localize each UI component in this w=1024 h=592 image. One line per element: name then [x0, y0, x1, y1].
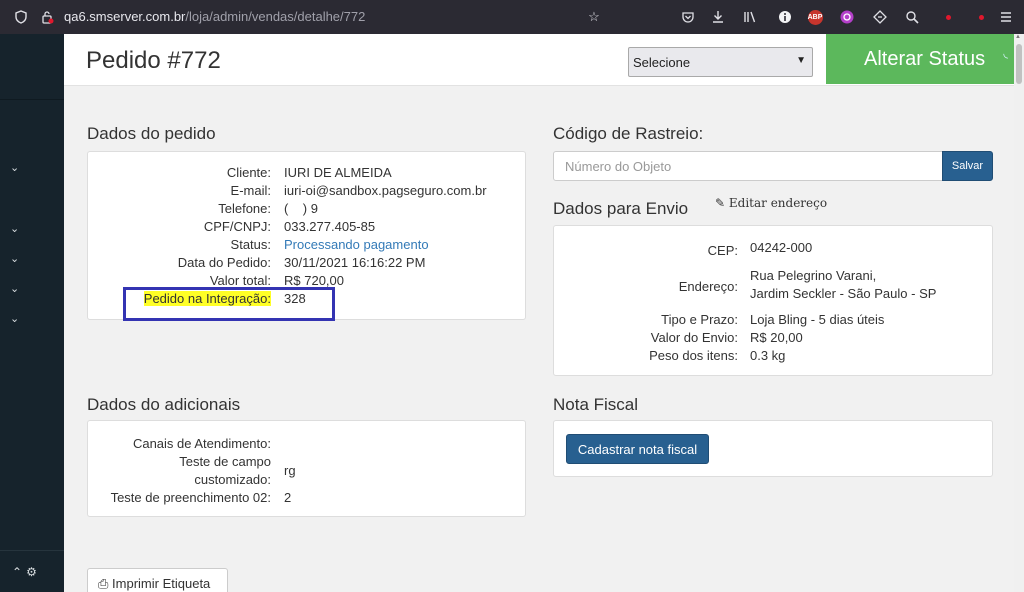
dados-pedido-title: Dados do pedido	[87, 124, 216, 143]
valor-envio-value: R$ 20,00	[750, 330, 803, 345]
preenchimento-value: 2	[284, 490, 292, 505]
bookmark-star-icon[interactable]: ☆	[585, 8, 603, 26]
tipo-prazo-value: Loja Bling - 5 dias úteis	[750, 312, 885, 327]
library-icon[interactable]	[741, 8, 759, 26]
status-link[interactable]: Processando pagamento	[284, 237, 429, 253]
data-pedido-label: Data do Pedido:	[177, 255, 271, 270]
tracking-number-input[interactable]: Número do Objeto	[553, 151, 943, 181]
gear-icon[interactable]: ⚙	[26, 565, 37, 579]
edit-icon: ✎	[715, 196, 726, 210]
cep-label: CEP:	[707, 243, 738, 258]
canais-label: Canais de Atendimento:	[132, 436, 271, 451]
browser-toolbar: qa6.smserver.com.br/loja/admin/vendas/de…	[0, 0, 1024, 34]
chevron-down-icon[interactable]: ⌄	[10, 312, 19, 325]
data-pedido-value: 30/11/2021 16:16:22 PM	[284, 255, 426, 270]
endereco-line1: Rua Pelegrino Varani,	[750, 268, 877, 283]
imprimir-etiqueta-label: Imprimir Etiqueta	[112, 576, 211, 591]
info-extension-icon[interactable]	[776, 8, 794, 26]
red-dot-icon-2[interactable]	[972, 8, 990, 26]
campo-label-line2: customizado:	[194, 472, 271, 487]
menu-icon[interactable]	[997, 8, 1015, 26]
preenchimento-label: Teste de preenchimento 02:	[110, 490, 271, 505]
chevron-down-icon[interactable]: ⌄	[10, 282, 19, 295]
chevron-down-icon[interactable]: ⌄	[10, 161, 19, 174]
edit-address-label: Editar endereço	[728, 196, 828, 210]
sidebar-logo-area	[0, 34, 64, 100]
sidebar-settings[interactable]: ⌃ ⚙	[0, 550, 64, 592]
pocket-icon[interactable]	[679, 8, 697, 26]
printer-icon: ⎙	[98, 576, 109, 591]
cliente-value: IURI DE ALMEIDA	[284, 165, 392, 180]
download-icon[interactable]	[709, 8, 727, 26]
salvar-button[interactable]: Salvar	[942, 151, 993, 181]
email-value: iuri-oi@sandbox.pagseguro.com.br	[284, 183, 487, 198]
page-title: Pedido #772	[86, 47, 221, 74]
url-bar[interactable]: qa6.smserver.com.br/loja/admin/vendas/de…	[64, 9, 365, 24]
cliente-label: Cliente:	[226, 165, 271, 180]
chevron-down-icon[interactable]: ⌄	[10, 252, 19, 265]
envio-title: Dados para Envio	[553, 199, 689, 218]
scroll-up-icon[interactable]: ▲	[1015, 34, 1021, 40]
url-path: /loja/admin/vendas/detalhe/772	[185, 9, 366, 24]
imprimir-etiqueta-button[interactable]: ⎙ Imprimir Etiqueta	[87, 568, 228, 592]
chevron-down-icon: ▼	[796, 55, 806, 66]
tipo-prazo-label: Tipo e Prazo:	[661, 312, 738, 327]
cpf-label: CPF/CNPJ:	[203, 219, 271, 234]
telefone-value: ( ) 9	[284, 201, 318, 216]
peso-value: 0.3 kg	[750, 348, 786, 363]
campo-label-line1: Teste de campo	[179, 454, 271, 469]
status-select-value: Selecione	[633, 55, 691, 70]
red-dot-icon[interactable]	[939, 8, 957, 26]
tracking-placeholder: Número do Objeto	[565, 159, 672, 174]
lock-warning-icon[interactable]	[38, 8, 56, 26]
cadastrar-nota-fiscal-button[interactable]: Cadastrar nota fiscal	[566, 434, 709, 464]
cep-value: 04242-000	[750, 240, 813, 255]
endereco-line2: Jardim Seckler - São Paulo - SP	[750, 286, 937, 301]
zoom-search-icon[interactable]	[903, 8, 921, 26]
annotation-box	[123, 287, 335, 321]
spinner-icon: ◟	[1003, 46, 1008, 60]
shield-icon[interactable]	[12, 8, 30, 26]
status-label: Status:	[230, 237, 271, 252]
edit-address-link[interactable]: ✎ Editar endereço	[715, 196, 827, 210]
status-select[interactable]: Selecione ▼	[628, 47, 813, 77]
rastreio-title: Código de Rastreio:	[553, 124, 704, 143]
telefone-label: Telefone:	[218, 201, 271, 216]
alterar-status-button[interactable]: Alterar Status ◟	[826, 34, 1014, 84]
page-scrollbar[interactable]: ▲	[1014, 34, 1024, 592]
nota-fiscal-title: Nota Fiscal	[553, 395, 639, 414]
valor-envio-label: Valor do Envio:	[650, 330, 738, 345]
alterar-status-label: Alterar Status	[864, 47, 986, 70]
peso-label: Peso dos itens:	[649, 348, 738, 363]
page-header: Pedido #772 Selecione ▼ Alterar Status ◟	[64, 34, 1014, 86]
campo-value: rg	[284, 463, 296, 478]
extension-pink-icon[interactable]	[838, 8, 856, 26]
adblock-plus-icon[interactable]: ABP	[806, 8, 824, 26]
scrollbar-thumb[interactable]	[1016, 44, 1022, 84]
cpf-value: 033.277.405-85	[284, 219, 376, 234]
chevron-down-icon[interactable]: ⌄	[10, 222, 19, 235]
extension-arrows-icon[interactable]	[871, 8, 889, 26]
chevron-up-icon[interactable]: ⌃	[12, 565, 22, 579]
email-label: E-mail:	[230, 183, 271, 198]
endereco-label: Endereço:	[678, 279, 738, 294]
admin-sidebar: ⌄ ⌄ ⌄ ⌄ ⌄ ⌃ ⚙	[0, 34, 64, 592]
adicionais-title: Dados do adicionais	[87, 395, 241, 414]
url-host: qa6.smserver.com.br	[64, 9, 186, 24]
